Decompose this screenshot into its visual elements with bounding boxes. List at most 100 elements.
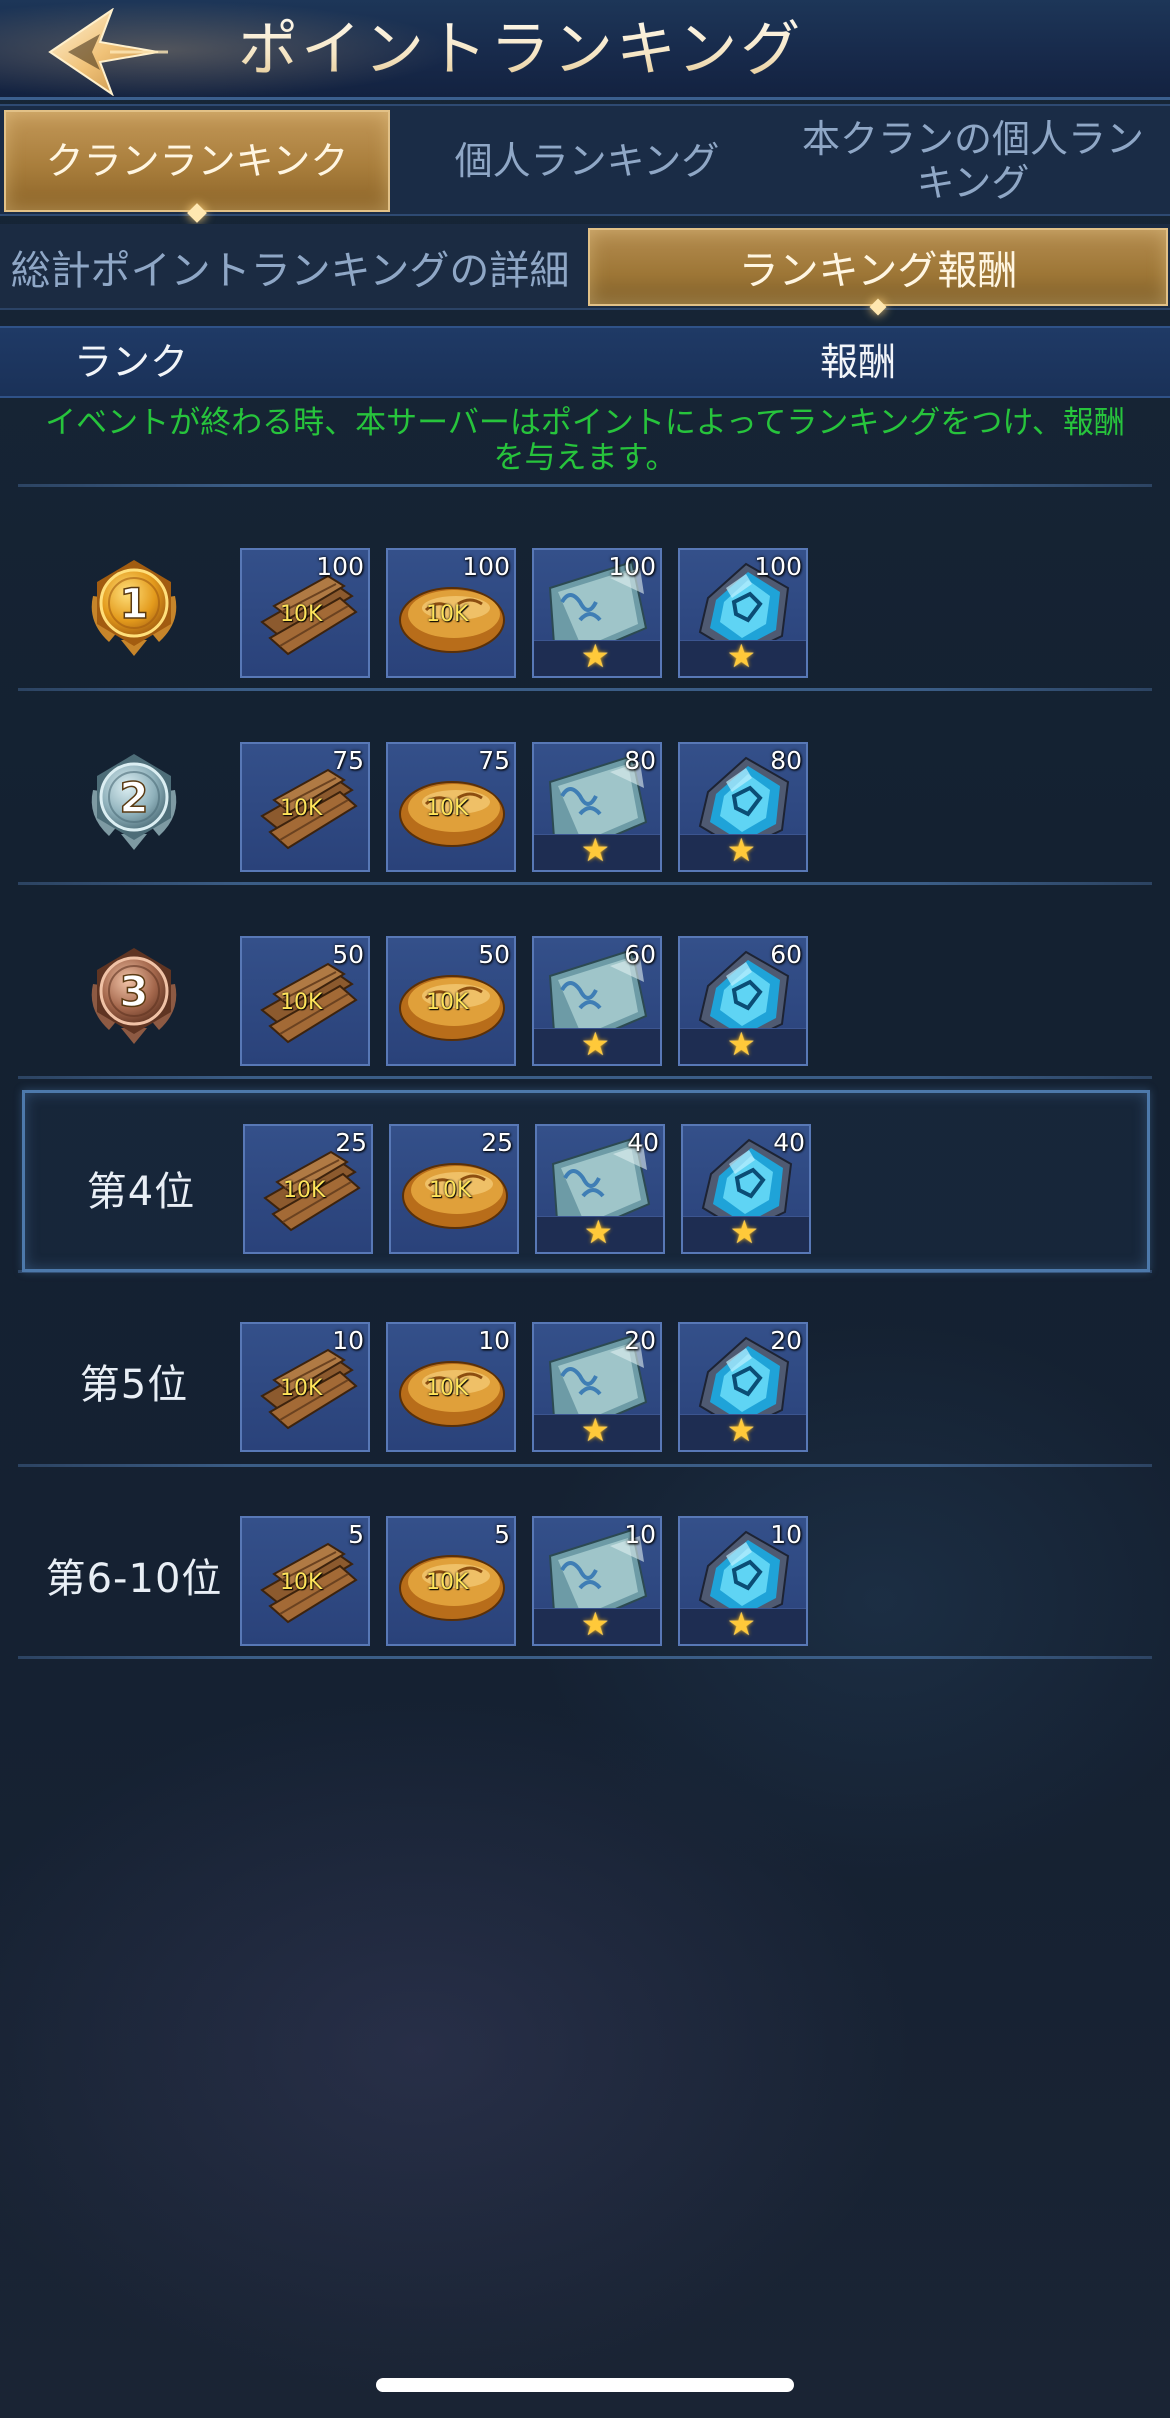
- reward-item-scroll[interactable]: ★ 10: [532, 1516, 662, 1646]
- reward-item-scroll[interactable]: ★ 80: [532, 742, 662, 872]
- reward-row: 第6-10位 10K 5 10K 5 ★ 10 ★ 10: [18, 1480, 1152, 1670]
- reward-item-wood[interactable]: 10K 50: [240, 936, 370, 1066]
- tab-clan-personal-ranking-line2: キング: [916, 161, 1030, 205]
- item-quantity: 10: [770, 1520, 802, 1549]
- reward-item-wood[interactable]: 10K 10: [240, 1322, 370, 1452]
- star-rating-bar: ★: [534, 637, 660, 676]
- amount-tag: 10K: [280, 1376, 323, 1401]
- star-icon: ★: [581, 1411, 610, 1449]
- tab-personal-ranking[interactable]: 個人ランキング: [394, 110, 780, 212]
- reward-item-food[interactable]: 10K 25: [389, 1124, 519, 1254]
- star-icon: ★: [727, 1411, 756, 1449]
- star-rating-bar: ★: [534, 1025, 660, 1064]
- amount-tag: 10K: [280, 1570, 323, 1595]
- item-quantity: 40: [773, 1128, 805, 1157]
- item-quantity: 100: [462, 552, 510, 581]
- item-quantity: 25: [335, 1128, 367, 1157]
- header-bar: ポイントランキング: [0, 0, 1170, 100]
- amount-tag: 10K: [426, 796, 469, 821]
- rank-cell: 第5位: [18, 1286, 250, 1476]
- star-rating-bar: ★: [680, 831, 806, 870]
- reward-item-scroll[interactable]: ★ 20: [532, 1322, 662, 1452]
- rank-cell: 1: [18, 512, 250, 702]
- rank-label: 第6-10位: [45, 1556, 223, 1602]
- item-quantity: 80: [624, 746, 656, 775]
- item-quantity: 100: [316, 552, 364, 581]
- medal-rank-number: 3: [119, 967, 148, 1016]
- item-quantity: 20: [770, 1326, 802, 1355]
- reward-item-gem[interactable]: ★ 20: [678, 1322, 808, 1452]
- item-quantity: 5: [494, 1520, 510, 1549]
- back-button[interactable]: [40, 7, 170, 97]
- reward-item-wood[interactable]: 10K 100: [240, 548, 370, 678]
- star-icon: ★: [581, 637, 610, 675]
- event-notice: イベントが終わる時、本サーバーはポイントによってランキングをつけ、報酬 を与えま…: [0, 402, 1170, 484]
- amount-tag: 10K: [426, 990, 469, 1015]
- column-rank-label: ランク: [74, 340, 189, 384]
- star-rating-bar: ★: [680, 1411, 806, 1450]
- reward-row: 1 10K 100 10K 100 ★ 100 ★ 100: [18, 512, 1152, 702]
- item-quantity: 5: [348, 1520, 364, 1549]
- item-quantity: 80: [770, 746, 802, 775]
- amount-tag: 10K: [426, 1376, 469, 1401]
- star-rating-bar: ★: [534, 1605, 660, 1644]
- reward-item-gem[interactable]: ★ 80: [678, 742, 808, 872]
- star-icon: ★: [727, 831, 756, 869]
- rank-cell: 第6-10位: [18, 1480, 250, 1670]
- reward-item-food[interactable]: 10K 10: [386, 1322, 516, 1452]
- rank-label: 第5位: [79, 1362, 189, 1408]
- reward-item-wood[interactable]: 10K 5: [240, 1516, 370, 1646]
- item-quantity: 60: [770, 940, 802, 969]
- rank-label: 第4位: [86, 1169, 196, 1215]
- tab-total-points-detail[interactable]: 総計ポイントランキングの詳細: [0, 228, 580, 306]
- star-rating-bar: ★: [534, 831, 660, 870]
- amount-tag: 10K: [280, 990, 323, 1015]
- reward-item-food[interactable]: 10K 50: [386, 936, 516, 1066]
- reward-item-food[interactable]: 10K 75: [386, 742, 516, 872]
- reward-item-scroll[interactable]: ★ 100: [532, 548, 662, 678]
- tab-ranking-rewards[interactable]: ランキング報酬: [588, 228, 1168, 306]
- reward-item-gem[interactable]: ★ 10: [678, 1516, 808, 1646]
- star-rating-bar: ★: [680, 637, 806, 676]
- star-rating-bar: ★: [534, 1411, 660, 1450]
- page-title: ポイントランキング: [238, 10, 803, 90]
- reward-row: 3 10K 50 10K 50 ★ 60 ★ 60: [18, 900, 1152, 1090]
- column-reward-label: 報酬: [820, 340, 897, 384]
- item-quantity: 25: [481, 1128, 513, 1157]
- reward-item-food[interactable]: 10K 5: [386, 1516, 516, 1646]
- star-icon: ★: [730, 1213, 759, 1251]
- tab-clan-ranking[interactable]: クランランキンク: [4, 110, 390, 212]
- tab-clan-personal-ranking[interactable]: 本クランの個人ラン キング: [776, 110, 1170, 212]
- item-quantity: 10: [478, 1326, 510, 1355]
- rank-cell: 第4位: [25, 1093, 257, 1283]
- reward-item-gem[interactable]: ★ 40: [681, 1124, 811, 1254]
- bronze-medal-icon: 3: [91, 948, 177, 1044]
- star-rating-bar: ★: [680, 1605, 806, 1644]
- star-rating-bar: ★: [680, 1025, 806, 1064]
- amount-tag: 10K: [426, 1570, 469, 1595]
- reward-item-scroll[interactable]: ★ 40: [535, 1124, 665, 1254]
- star-icon: ★: [727, 637, 756, 675]
- reward-item-wood[interactable]: 10K 75: [240, 742, 370, 872]
- item-quantity: 50: [332, 940, 364, 969]
- amount-tag: 10K: [280, 602, 323, 627]
- item-quantity: 75: [478, 746, 510, 775]
- star-icon: ★: [581, 1605, 610, 1643]
- item-quantity: 20: [624, 1326, 656, 1355]
- star-icon: ★: [727, 1025, 756, 1063]
- home-indicator[interactable]: [376, 2378, 794, 2392]
- reward-item-scroll[interactable]: ★ 60: [532, 936, 662, 1066]
- rank-cell: 2: [18, 706, 250, 896]
- event-notice-line2: を与えます。: [493, 440, 677, 476]
- reward-item-wood[interactable]: 10K 25: [243, 1124, 373, 1254]
- star-rating-bar: ★: [683, 1213, 809, 1252]
- reward-item-gem[interactable]: ★ 100: [678, 548, 808, 678]
- star-icon: ★: [581, 1025, 610, 1063]
- reward-item-gem[interactable]: ★ 60: [678, 936, 808, 1066]
- star-icon: ★: [727, 1605, 756, 1643]
- reward-item-food[interactable]: 10K 100: [386, 548, 516, 678]
- event-notice-line1: イベントが終わる時、本サーバーはポイントによってランキングをつけ、報酬: [45, 405, 1125, 441]
- amount-tag: 10K: [283, 1178, 326, 1203]
- star-icon: ★: [581, 831, 610, 869]
- star-icon: ★: [584, 1213, 613, 1251]
